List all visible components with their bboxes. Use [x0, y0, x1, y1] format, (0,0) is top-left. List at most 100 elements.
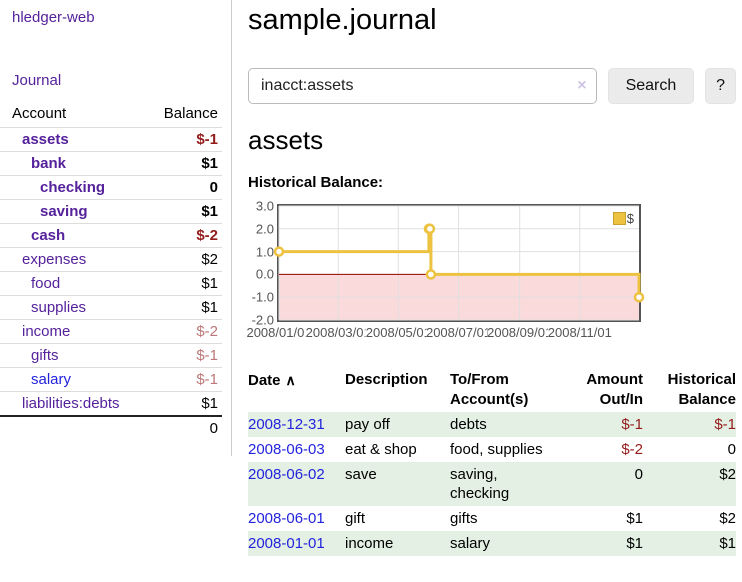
account-balance: $1 [140, 272, 222, 296]
account-row: salary $-1 [0, 368, 222, 392]
description-cell: gift [345, 506, 450, 531]
main-content: sample.journal × Search ? assets Histori… [248, 0, 736, 556]
register-header-accounts: To/From Account(s) [450, 368, 567, 412]
data-point-marker [427, 270, 435, 278]
accounts-cell: debts [450, 412, 567, 437]
accounts-total-row: 0 [0, 416, 222, 440]
amount-cell: $1 [567, 506, 643, 531]
header-label: Balance [678, 391, 736, 408]
header-label: Amount [586, 371, 643, 388]
account-link[interactable]: income [22, 323, 70, 340]
account-heading: assets [248, 125, 736, 155]
account-link[interactable]: salary [31, 371, 71, 388]
account-link[interactable]: saving [40, 203, 88, 220]
account-link[interactable]: cash [31, 227, 65, 244]
register-header-row: Date ∧ Description To/From Account(s) Amo… [248, 368, 736, 412]
account-link[interactable]: expenses [22, 251, 86, 268]
register-header-date[interactable]: Date ∧ [248, 368, 345, 412]
x-axis-tick-label: 2008/01/01 [246, 326, 311, 339]
legend-label: $ [627, 211, 634, 226]
accounts-table-body: assets$-1bank$1checking0saving$1cash$-2e… [0, 128, 222, 417]
search-input[interactable] [248, 68, 597, 104]
sort-ascending-icon: ∧ [286, 372, 296, 388]
transaction-date-link[interactable]: 2008-06-01 [248, 510, 325, 527]
page-title: sample.journal [248, 4, 736, 36]
account-balance: 0 [140, 176, 222, 200]
description-cell: income [345, 531, 450, 556]
register-row: 2008-06-03eat & shopfood, supplies$-20 [248, 437, 736, 462]
x-axis-tick-label: 2008/11/01 [548, 326, 612, 339]
accounts-header-account: Account [0, 102, 140, 128]
balance-cell: $2 [643, 506, 736, 531]
sidebar-item-journal[interactable]: Journal [0, 26, 231, 89]
register-row: 2008-06-02savesaving, checking0$2 [248, 462, 736, 506]
accounts-total-value: 0 [140, 416, 222, 440]
accounts-header-row: Account Balance [0, 102, 222, 128]
data-point-marker [426, 225, 434, 233]
sidebar: hledger-web Journal Account Balance asse… [0, 0, 232, 456]
header-label: To/From [450, 371, 509, 388]
x-axis-tick-label: 2008/03/01 [306, 326, 371, 339]
header-label: Out/In [600, 391, 643, 408]
header-label: Account(s) [450, 391, 528, 408]
y-axis-tick-label: -1.0 [240, 291, 274, 304]
amount-cell: $-2 [567, 437, 643, 462]
search-button[interactable]: Search [608, 68, 695, 104]
account-balance: $-1 [140, 344, 222, 368]
header-label: Date [248, 372, 281, 389]
search-bar: × Search ? [248, 68, 736, 104]
account-link[interactable]: liabilities:debts [22, 395, 120, 412]
y-axis-tick-label: 0.0 [240, 268, 274, 281]
account-link[interactable]: gifts [31, 347, 59, 364]
account-balance: $1 [140, 200, 222, 224]
balance-chart: $ 3.02.01.00.0-1.0-2.02008/01/012008/03/… [248, 204, 736, 342]
clear-search-icon[interactable]: × [577, 78, 586, 94]
x-axis-tick-label: 2008/07/01 [426, 326, 491, 339]
account-link[interactable]: checking [40, 179, 105, 196]
accounts-cell: gifts [450, 506, 567, 531]
account-row: gifts $-1 [0, 344, 222, 368]
register-header-amount: Amount Out/In [567, 368, 643, 412]
account-row: cash $-2 [0, 224, 222, 248]
header-label: Historical [668, 371, 736, 388]
account-link[interactable]: bank [31, 155, 66, 172]
account-link[interactable]: food [31, 275, 60, 292]
x-axis-tick-label: 2008/05/01 [366, 326, 431, 339]
amount-cell: 0 [567, 462, 643, 506]
account-balance: $-1 [140, 368, 222, 392]
accounts-header-balance: Balance [140, 102, 222, 128]
account-link[interactable]: supplies [31, 299, 86, 316]
transaction-date-link[interactable]: 2008-12-31 [248, 416, 325, 433]
chart-title: Historical Balance: [248, 174, 736, 191]
register-row: 2008-06-01 giftgifts$1$2 [248, 506, 736, 531]
account-row: income $-2 [0, 320, 222, 344]
chart-legend: $ [613, 211, 634, 226]
account-row: supplies $1 [0, 296, 222, 320]
account-balance: $-2 [140, 224, 222, 248]
account-row: checking 0 [0, 176, 222, 200]
accounts-cell: food, supplies [450, 437, 567, 462]
account-balance: $-2 [140, 320, 222, 344]
transaction-date-link[interactable]: 2008-06-03 [248, 441, 325, 458]
account-row: assets$-1 [0, 128, 222, 152]
y-axis-tick-label: 3.0 [240, 200, 274, 213]
transaction-date-link[interactable]: 2008-01-01 [248, 535, 325, 552]
plot-area: $ [277, 204, 641, 322]
legend-swatch-icon [613, 212, 626, 225]
account-balance: $1 [140, 296, 222, 320]
register-table-body: 2008-12-31pay offdebts$-1$-12008-06-03ea… [248, 412, 736, 556]
account-row: food $1 [0, 272, 222, 296]
amount-cell: $1 [567, 531, 643, 556]
register-header-description: Description [345, 368, 450, 412]
balance-cell: $1 [643, 531, 736, 556]
accounts-cell: salary [450, 531, 567, 556]
balance-cell: 0 [643, 437, 736, 462]
transaction-date-link[interactable]: 2008-06-02 [248, 466, 325, 483]
help-button[interactable]: ? [705, 68, 736, 104]
account-link[interactable]: assets [22, 131, 69, 148]
app-title-link[interactable]: hledger-web [0, 0, 231, 26]
register-header-balance: Historical Balance [643, 368, 736, 412]
register-row: 2008-01-01incomesalary$1$1 [248, 531, 736, 556]
description-cell: save [345, 462, 450, 506]
y-axis-tick-label: 2.0 [240, 222, 274, 235]
